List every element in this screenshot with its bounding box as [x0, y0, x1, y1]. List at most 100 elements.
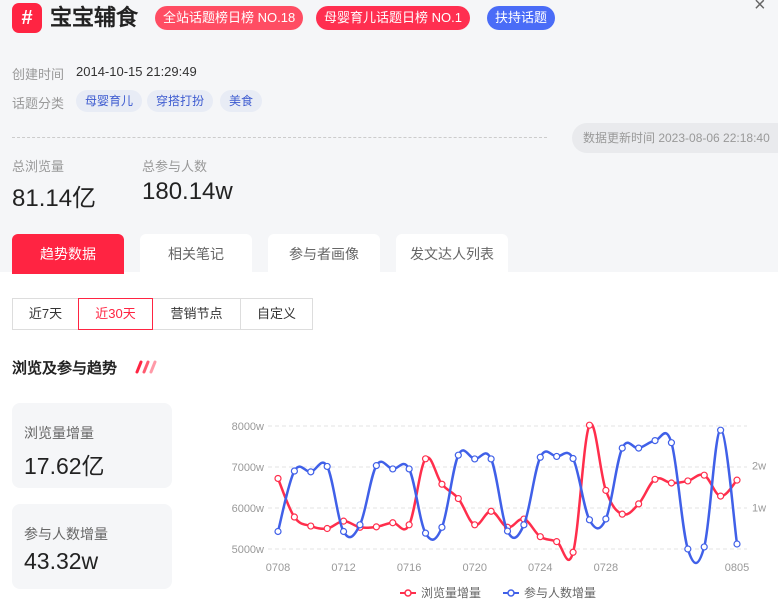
rank-badge-category: 母婴育儿话题日榜 NO.1: [316, 6, 470, 30]
legend-marker: [404, 589, 412, 597]
views-data-point: [307, 522, 315, 530]
range-30-days[interactable]: 近30天: [78, 298, 153, 330]
total-participants-label: 总参与人数: [142, 159, 208, 174]
section-title: 浏览及参与趋势: [12, 360, 118, 377]
views-increment-label: 浏览量增量: [24, 425, 94, 441]
participants-data-point: [569, 454, 577, 463]
participants-data-point: [585, 516, 594, 524]
category-tag[interactable]: 穿搭打扮: [147, 90, 214, 112]
participants-data-point: [553, 452, 561, 461]
participants-data-point: [471, 455, 479, 463]
participants-data-point: [372, 462, 380, 470]
views-increment-value: 17.62亿: [24, 453, 105, 479]
views-data-point: [487, 507, 495, 515]
participants-increment-label: 参与人数增量: [24, 526, 108, 542]
views-data-point: [372, 523, 380, 531]
y-left-tick-label: 6000w: [232, 503, 264, 515]
views-data-point: [618, 510, 626, 518]
participants-data-point: [454, 451, 462, 459]
participants-data-point: [503, 527, 512, 535]
views-data-point: [421, 455, 430, 463]
trend-line-chart: 5000w 6000w 7000w 8000w 1w 2w 0708 0712 0716 0720…: [232, 421, 767, 600]
topic-title: 宝宝辅食: [50, 5, 139, 30]
x-tick-label: 0728: [594, 562, 618, 574]
views-data-point: [536, 533, 544, 541]
tab-participant-profile[interactable]: 参与者画像: [268, 234, 380, 274]
views-data-point: [733, 476, 741, 484]
participants-data-point: [536, 453, 544, 461]
total-views-value: 81.14亿: [12, 185, 97, 212]
range-7-days[interactable]: 近7天: [12, 298, 79, 330]
close-icon[interactable]: ×: [754, 0, 766, 17]
views-series-line: [276, 422, 738, 562]
views-data-point: [553, 538, 561, 546]
views-data-point: [405, 521, 413, 529]
participants-data-point: [290, 467, 298, 475]
participants-data-point: [323, 462, 331, 471]
x-tick-label: 0712: [331, 562, 355, 574]
views-data-point: [454, 494, 462, 503]
views-data-point: [667, 479, 676, 487]
participants-data-point: [684, 545, 692, 553]
range-marketing-nodes[interactable]: 营销节点: [152, 298, 241, 330]
participants-data-point: [651, 436, 659, 445]
views-data-point: [274, 474, 282, 483]
views-data-point: [602, 486, 610, 494]
y-right-tick-label: 1w: [752, 502, 766, 514]
participants-data-point: [356, 521, 364, 529]
participants-data-point: [635, 444, 643, 452]
participants-data-point: [339, 527, 348, 536]
views-data-point: [290, 513, 298, 521]
views-data-point: [323, 524, 331, 533]
views-data-point: [585, 421, 594, 429]
participants-data-point: [487, 455, 495, 463]
participants-data-point: [733, 540, 741, 548]
participants-data-point: [421, 529, 430, 537]
x-tick-label: 0716: [397, 562, 421, 574]
y-left-tick-label: 7000w: [232, 462, 264, 474]
participants-series-line: [276, 428, 739, 565]
category-tag[interactable]: 美食: [220, 90, 263, 112]
tab-related-notes[interactable]: 相关笔记: [140, 234, 252, 274]
participants-data-point: [602, 515, 610, 523]
x-tick-label: 0720: [462, 562, 486, 574]
data-update-time: 数据更新时间 2023-08-06 22:18:40: [572, 123, 778, 153]
x-tick-label: 0708: [266, 562, 290, 574]
category-label: 话题分类: [12, 96, 65, 111]
views-data-point: [651, 475, 659, 483]
views-data-point: [569, 548, 577, 556]
views-data-point: [717, 492, 725, 500]
y-left-tick-label: 8000w: [232, 421, 264, 433]
total-views-label: 总浏览量: [12, 159, 65, 174]
views-data-point: [438, 480, 446, 488]
total-participants-value: 180.14w: [142, 178, 233, 205]
created-value: 2014-10-15 21:29:49: [76, 64, 197, 79]
participants-data-point: [307, 468, 315, 476]
x-tick-label: 0805: [725, 562, 749, 574]
participants-data-point: [618, 444, 626, 452]
support-badge: 扶持话题: [487, 6, 556, 30]
legend-marker: [507, 589, 515, 597]
views-data-point: [700, 471, 708, 479]
participants-data-point: [389, 465, 397, 473]
participants-increment-value: 43.32w: [24, 548, 99, 574]
views-data-point: [635, 500, 643, 508]
category-tag[interactable]: 母婴育儿: [76, 90, 143, 112]
legend-views: 浏览量增量: [421, 585, 481, 600]
created-label: 创建时间: [12, 67, 65, 82]
participants-data-point: [667, 439, 676, 447]
tab-trend-data[interactable]: 趋势数据: [12, 234, 124, 274]
y-left-tick-label: 5000w: [232, 544, 264, 556]
x-tick-label: 0724: [528, 562, 552, 574]
legend-participants: 参与人数增量: [524, 585, 596, 600]
stripes-icon: [135, 360, 157, 374]
tab-creator-list[interactable]: 发文达人列表: [396, 234, 508, 274]
participants-data-point: [717, 426, 725, 434]
views-data-point: [471, 521, 479, 529]
views-data-point: [684, 477, 692, 485]
range-custom[interactable]: 自定义: [240, 298, 313, 330]
views-data-point: [389, 519, 397, 527]
participants-data-point: [405, 465, 413, 473]
y-right-tick-label: 2w: [752, 461, 766, 473]
participants-data-point: [520, 521, 528, 529]
